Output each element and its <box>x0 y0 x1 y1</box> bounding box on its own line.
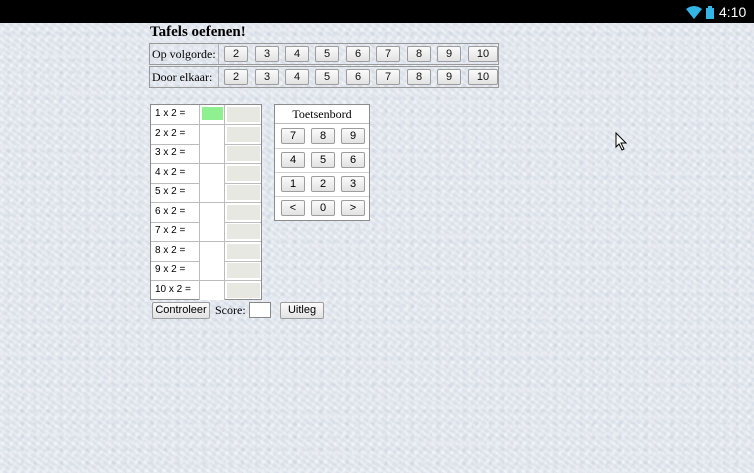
table-button-3[interactable]: 3 <box>255 69 279 85</box>
clock: 4:10 <box>719 4 747 20</box>
keypad-key-5[interactable]: 5 <box>311 152 335 168</box>
answer-field[interactable] <box>199 280 225 300</box>
controls-bar: Controleer Score: Uitleg <box>150 301 350 319</box>
table-button-8[interactable]: 8 <box>407 46 431 62</box>
divider <box>218 67 219 87</box>
keypad-key-4[interactable]: 4 <box>281 152 305 168</box>
result-cell <box>227 263 260 278</box>
row-label: Door elkaar: <box>152 70 213 84</box>
answer-field[interactable] <box>199 105 225 124</box>
result-cell <box>227 126 260 142</box>
mouse-cursor-icon <box>615 132 628 151</box>
keypad-backspace-button[interactable]: < <box>281 200 305 216</box>
result-cell <box>227 185 260 200</box>
keypad-key-3[interactable]: 3 <box>341 176 365 192</box>
table-button-8[interactable]: 8 <box>407 69 431 85</box>
exercise-question: 9 x 2 = <box>155 264 186 275</box>
score-field <box>249 302 271 318</box>
result-cell <box>227 204 260 220</box>
table-button-6[interactable]: 6 <box>346 46 370 62</box>
keypad-key-2[interactable]: 2 <box>311 176 335 192</box>
table-row: Op volgorde: 2 3 4 5 6 7 8 9 10 <box>149 43 499 65</box>
table-button-10[interactable]: 10 <box>468 46 498 62</box>
keypad-title: Toetsenbord <box>275 105 369 124</box>
score-label: Score: <box>215 303 246 317</box>
result-cell <box>227 107 260 122</box>
table-button-2[interactable]: 2 <box>224 46 248 62</box>
exercise-row: 5 x 2 = <box>151 183 261 203</box>
result-cell <box>227 224 260 239</box>
result-cell <box>227 146 260 161</box>
table-button-6[interactable]: 6 <box>346 69 370 85</box>
exercise-question: 3 x 2 = <box>155 147 186 158</box>
keypad-key-9[interactable]: 9 <box>341 128 365 144</box>
row-label: Op volgorde: <box>152 47 216 61</box>
exercise-question: 1 x 2 = <box>155 108 186 119</box>
result-cell <box>227 243 260 259</box>
keypad-row: 789 <box>275 124 369 149</box>
exercise-question: 5 x 2 = <box>155 186 186 197</box>
exercise-question: 6 x 2 = <box>155 205 186 217</box>
exercise-row: 3 x 2 = <box>151 144 261 164</box>
answer-field[interactable] <box>199 202 225 222</box>
exercise-grid: 1 x 2 = 2 x 2 = 3 x 2 = 4 x 2 = 5 x 2 = 6 x 2… <box>150 104 262 300</box>
table-button-9[interactable]: 9 <box>437 46 461 62</box>
table-button-7[interactable]: 7 <box>376 46 400 62</box>
exercise-question: 4 x 2 = <box>155 166 186 178</box>
exercise-question: 8 x 2 = <box>155 244 186 256</box>
keypad-key-1[interactable]: 1 <box>281 176 305 192</box>
result-cell <box>227 282 260 298</box>
keypad-row: <0 > <box>275 196 369 220</box>
table-button-4[interactable]: 4 <box>285 69 309 85</box>
keypad-enter-button[interactable]: > <box>341 200 365 216</box>
battery-icon <box>706 6 714 19</box>
divider <box>218 44 219 64</box>
exercise-row: 6 x 2 = <box>151 202 261 223</box>
answer-field[interactable] <box>199 144 225 163</box>
exercise-row: 9 x 2 = <box>151 261 261 281</box>
exercise-row: 2 x 2 = <box>151 124 261 145</box>
answer-field[interactable] <box>199 261 225 280</box>
status-bar: 4:10 <box>0 0 754 23</box>
keypad: Toetsenbord 7 8 9 4 5 6 1 2 3 <0 > <box>274 104 370 221</box>
page-title: Tafels oefenen! <box>150 24 246 40</box>
keypad-key-7[interactable]: 7 <box>281 128 305 144</box>
table-button-10[interactable]: 10 <box>468 69 498 85</box>
wifi-icon <box>686 6 702 19</box>
answer-field[interactable] <box>199 222 225 241</box>
keypad-key-6[interactable]: 6 <box>341 152 365 168</box>
exercise-row: 7 x 2 = <box>151 222 261 242</box>
explain-button[interactable]: Uitleg <box>280 302 324 319</box>
table-row: Door elkaar: 2 3 4 5 6 7 8 9 10 <box>149 66 499 88</box>
table-button-4[interactable]: 4 <box>285 46 309 62</box>
table-button-2[interactable]: 2 <box>224 69 248 85</box>
exercise-row: 1 x 2 = <box>151 105 261 125</box>
keypad-row: 123 <box>275 172 369 197</box>
keypad-key-0[interactable]: 0 <box>311 200 335 216</box>
result-cell <box>227 165 260 181</box>
exercise-row: 8 x 2 = <box>151 241 261 262</box>
table-button-7[interactable]: 7 <box>376 69 400 85</box>
exercise-question: 10 x 2 = <box>155 283 191 295</box>
check-button[interactable]: Controleer <box>152 302 210 319</box>
exercise-row: 10 x 2 = <box>151 280 261 300</box>
exercise-question: 7 x 2 = <box>155 225 186 236</box>
keypad-key-8[interactable]: 8 <box>311 128 335 144</box>
table-button-5[interactable]: 5 <box>315 46 339 62</box>
table-button-9[interactable]: 9 <box>437 69 461 85</box>
keypad-row: 456 <box>275 148 369 173</box>
exercise-question: 2 x 2 = <box>155 127 186 139</box>
answer-field[interactable] <box>199 163 225 183</box>
table-button-3[interactable]: 3 <box>255 46 279 62</box>
exercise-row: 4 x 2 = <box>151 163 261 184</box>
answer-field[interactable] <box>199 183 225 202</box>
answer-field[interactable] <box>199 124 225 144</box>
answer-field[interactable] <box>199 241 225 261</box>
table-button-5[interactable]: 5 <box>315 69 339 85</box>
